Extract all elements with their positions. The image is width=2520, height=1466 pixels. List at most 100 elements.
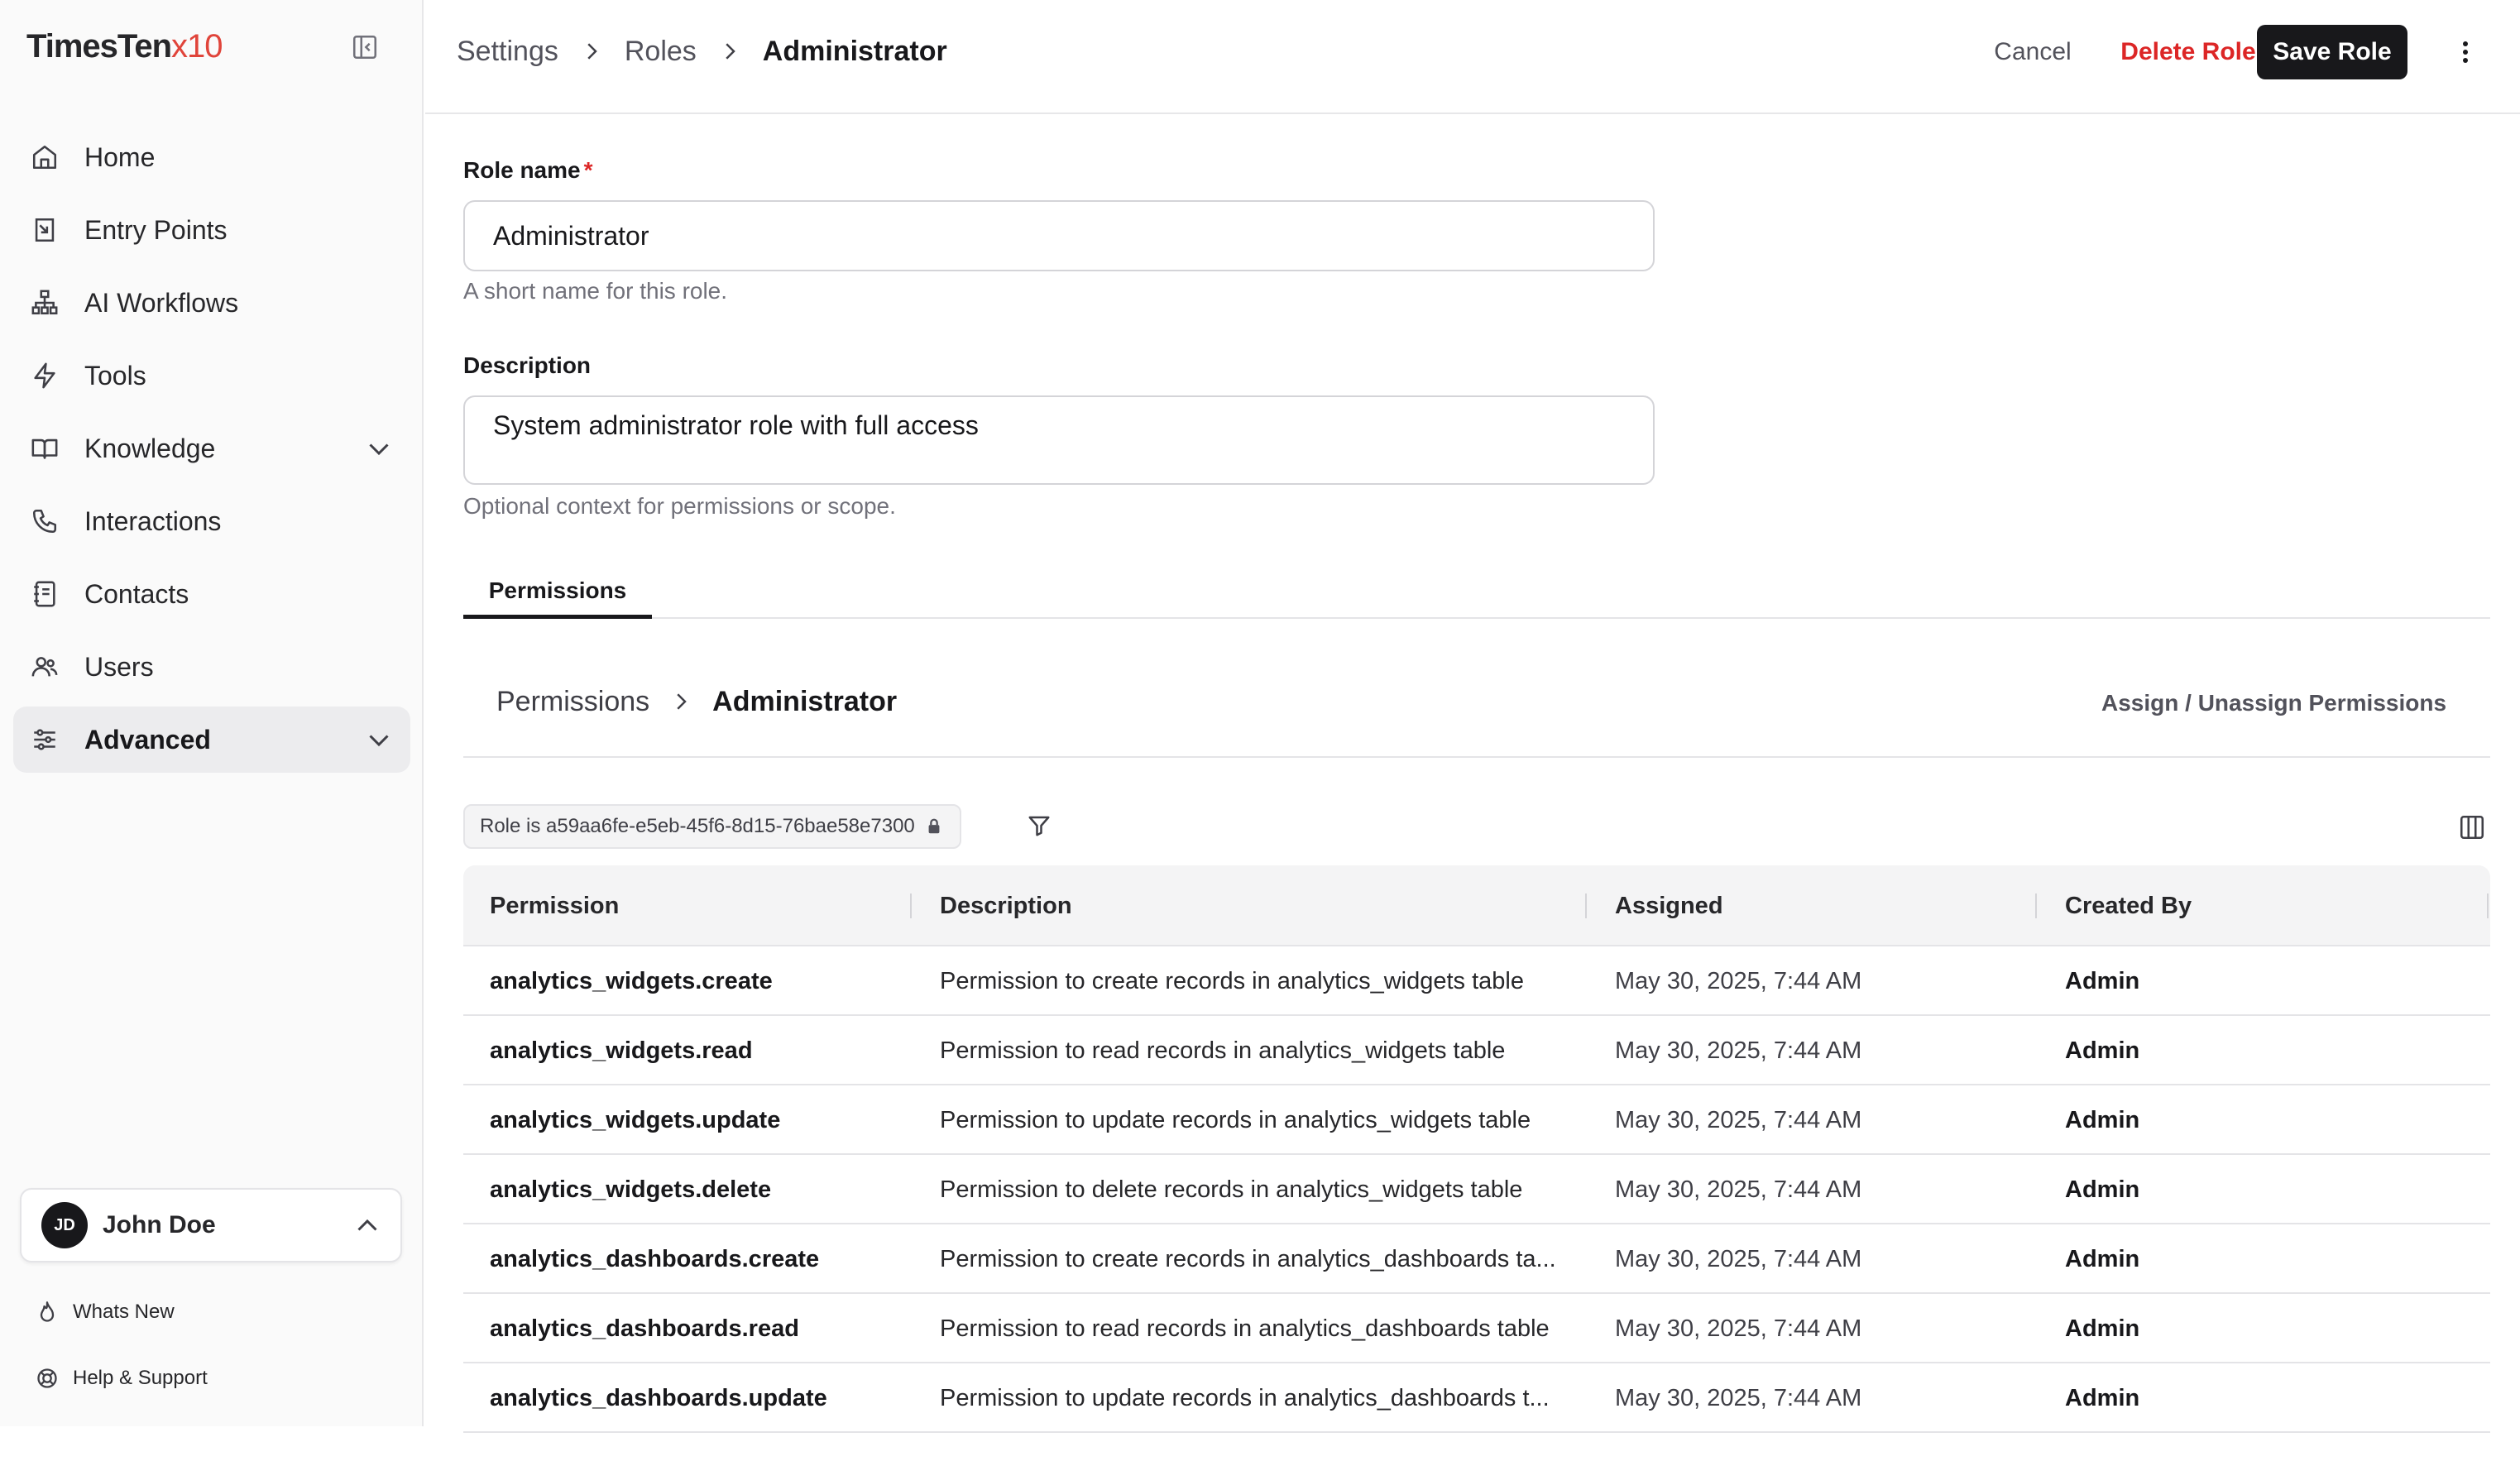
cell-description: Permission to delete records in analytic…: [940, 1176, 1523, 1203]
cell-description: Permission to read records in analytics_…: [940, 1315, 1550, 1342]
table-header: Permission Description Assigned Created …: [463, 865, 2490, 946]
column-header-created-by[interactable]: Created By: [2065, 865, 2462, 946]
cell-description: Permission to update records in analytic…: [940, 1384, 1550, 1411]
description-label: Description: [463, 352, 592, 378]
column-resizer[interactable]: [2035, 893, 2037, 918]
column-header-permission[interactable]: Permission: [490, 865, 903, 946]
cell-assigned: May 30, 2025, 7:44 AM: [1615, 967, 1862, 994]
table-row[interactable]: analytics_widgets.read Permission to rea…: [463, 1016, 2490, 1085]
cell-created-by: Admin: [2065, 1106, 2140, 1133]
app-root: TimesTenx10 Home Entry Points AI Workflo…: [0, 0, 2520, 1466]
breadcrumb-roles[interactable]: Roles: [625, 36, 697, 68]
sidebar: TimesTenx10 Home Entry Points AI Workflo…: [0, 0, 424, 1426]
app-logo[interactable]: TimesTenx10: [26, 28, 223, 65]
sidebar-item-home[interactable]: Home: [13, 124, 410, 190]
chevron-up-icon[interactable]: [352, 1211, 382, 1241]
permissions-table: Permission Description Assigned Created …: [463, 865, 2490, 1433]
chevron-down-icon[interactable]: [364, 725, 394, 755]
save-role-button[interactable]: Save Role: [2257, 25, 2407, 79]
sidebar-item-contacts[interactable]: Contacts: [13, 561, 410, 627]
entry-points-icon: [28, 213, 61, 247]
page-header: Settings Roles Administrator Cancel Dele…: [425, 0, 2520, 114]
cell-created-by: Admin: [2065, 1245, 2140, 1272]
cell-permission: analytics_widgets.create: [490, 967, 773, 994]
tab-permissions[interactable]: Permissions: [463, 566, 652, 619]
sidebar-item-label: Knowledge: [84, 433, 216, 463]
filter-chip-label: Role is a59aa6fe-e5eb-45f6-8d15-76bae58e…: [480, 815, 915, 837]
table-row[interactable]: analytics_widgets.create Permission to c…: [463, 946, 2490, 1016]
user-name: John Doe: [103, 1211, 216, 1238]
table-row[interactable]: analytics_dashboards.create Permission t…: [463, 1224, 2490, 1294]
sidebar-collapse-icon[interactable]: [351, 33, 379, 61]
cell-created-by: Admin: [2065, 967, 2140, 994]
cell-assigned: May 30, 2025, 7:44 AM: [1615, 1384, 1862, 1411]
sidebar-item-interactions[interactable]: Interactions: [13, 488, 410, 554]
avatar: JD: [41, 1202, 88, 1248]
chevron-right-icon: [664, 685, 697, 718]
column-header-assigned[interactable]: Assigned: [1615, 865, 2029, 946]
chevron-right-icon: [713, 35, 746, 68]
column-header-description[interactable]: Description: [940, 865, 1585, 946]
sidebar-item-label: Interactions: [84, 505, 222, 536]
cell-description: Permission to create records in analytic…: [940, 967, 1524, 994]
cell-permission: analytics_widgets.delete: [490, 1176, 772, 1203]
cell-assigned: May 30, 2025, 7:44 AM: [1615, 1315, 1862, 1342]
sidebar-item-label: Contacts: [84, 578, 189, 609]
table-row[interactable]: analytics_dashboards.read Permission to …: [463, 1294, 2490, 1363]
sliders-icon: [28, 723, 61, 756]
cell-permission: analytics_widgets.read: [490, 1037, 753, 1064]
filter-icon[interactable]: [1023, 809, 1056, 842]
description-hint: Optional context for permissions or scop…: [463, 493, 896, 519]
table-row[interactable]: analytics_dashboards.update Permission t…: [463, 1363, 2490, 1433]
lightning-icon: [28, 359, 61, 392]
sidebar-item-entry-points[interactable]: Entry Points: [13, 197, 410, 263]
table-row[interactable]: analytics_widgets.delete Permission to d…: [463, 1155, 2490, 1224]
user-menu[interactable]: JD John Doe: [20, 1188, 402, 1262]
role-name-input[interactable]: Administrator: [463, 200, 1655, 271]
lock-icon: [925, 817, 945, 836]
breadcrumb-permissions[interactable]: Permissions: [496, 686, 649, 718]
sidebar-item-knowledge[interactable]: Knowledge: [13, 415, 410, 481]
help-support-label: Help & Support: [73, 1367, 208, 1389]
table-row[interactable]: analytics_widgets.update Permission to u…: [463, 1085, 2490, 1155]
column-resizer[interactable]: [2487, 893, 2489, 918]
cell-created-by: Admin: [2065, 1037, 2140, 1064]
cell-permission: analytics_dashboards.read: [490, 1315, 799, 1342]
book-icon: [28, 432, 61, 465]
divider: [463, 756, 2490, 758]
sidebar-item-label: Users: [84, 651, 154, 682]
filter-chip[interactable]: Role is a59aa6fe-e5eb-45f6-8d15-76bae58e…: [463, 804, 961, 849]
role-name-label: Role name *: [463, 157, 593, 183]
sidebar-nav: Home Entry Points AI Workflows Tools Kno…: [13, 124, 410, 779]
help-support-link[interactable]: Help & Support: [33, 1362, 208, 1395]
cell-assigned: May 30, 2025, 7:44 AM: [1615, 1245, 1862, 1272]
sidebar-item-label: Entry Points: [84, 214, 228, 245]
tab-bar: Permissions: [463, 566, 2490, 619]
phone-icon: [28, 505, 61, 538]
cell-description: Permission to update records in analytic…: [940, 1106, 1531, 1133]
sidebar-item-tools[interactable]: Tools: [13, 343, 410, 409]
column-resizer[interactable]: [910, 893, 912, 918]
assign-permissions-button[interactable]: Assign / Unassign Permissions: [2101, 690, 2446, 716]
sidebar-item-advanced[interactable]: Advanced: [13, 707, 410, 773]
cell-created-by: Admin: [2065, 1315, 2140, 1342]
breadcrumb-settings[interactable]: Settings: [457, 36, 558, 68]
whats-new-link[interactable]: Whats New: [33, 1296, 175, 1329]
chevron-right-icon: [575, 35, 608, 68]
cell-assigned: May 30, 2025, 7:44 AM: [1615, 1037, 1862, 1064]
cell-description: Permission to create records in analytic…: [940, 1245, 1556, 1272]
sidebar-item-ai-workflows[interactable]: AI Workflows: [13, 270, 410, 336]
columns-icon[interactable]: [2454, 809, 2490, 846]
more-options-icon[interactable]: [2439, 25, 2492, 79]
sidebar-item-users[interactable]: Users: [13, 634, 410, 700]
contacts-icon: [28, 577, 61, 611]
users-icon: [28, 650, 61, 683]
home-icon: [28, 141, 61, 174]
role-name-hint: A short name for this role.: [463, 278, 728, 304]
column-resizer[interactable]: [1585, 893, 1587, 918]
breadcrumb-current: Administrator: [712, 685, 898, 717]
chevron-down-icon[interactable]: [364, 434, 394, 463]
workflow-icon: [28, 286, 61, 319]
description-textarea[interactable]: System administrator role with full acce…: [463, 395, 1655, 485]
lifebuoy-icon: [33, 1364, 61, 1392]
